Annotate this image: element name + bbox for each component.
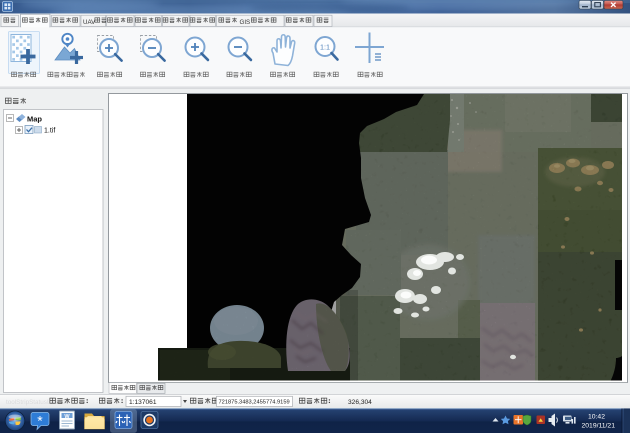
svg-text:GIS: GIS <box>240 19 251 26</box>
svg-text:721875.3483,2455774.9159: 721875.3483,2455774.9159 <box>219 400 290 406</box>
svg-text:UAV: UAV <box>83 19 96 26</box>
svg-text:1:137061: 1:137061 <box>129 399 157 406</box>
svg-text:1:1: 1:1 <box>320 42 330 51</box>
svg-text:326,304: 326,304 <box>348 399 372 406</box>
svg-text:2019/11/21: 2019/11/21 <box>581 423 615 430</box>
svg-text:Map: Map <box>27 115 42 124</box>
svg-text:10:42: 10:42 <box>588 413 605 420</box>
svg-text:1.tif: 1.tif <box>44 128 55 135</box>
svg-text:*: * <box>37 413 43 429</box>
svg-text:W: W <box>64 414 70 420</box>
